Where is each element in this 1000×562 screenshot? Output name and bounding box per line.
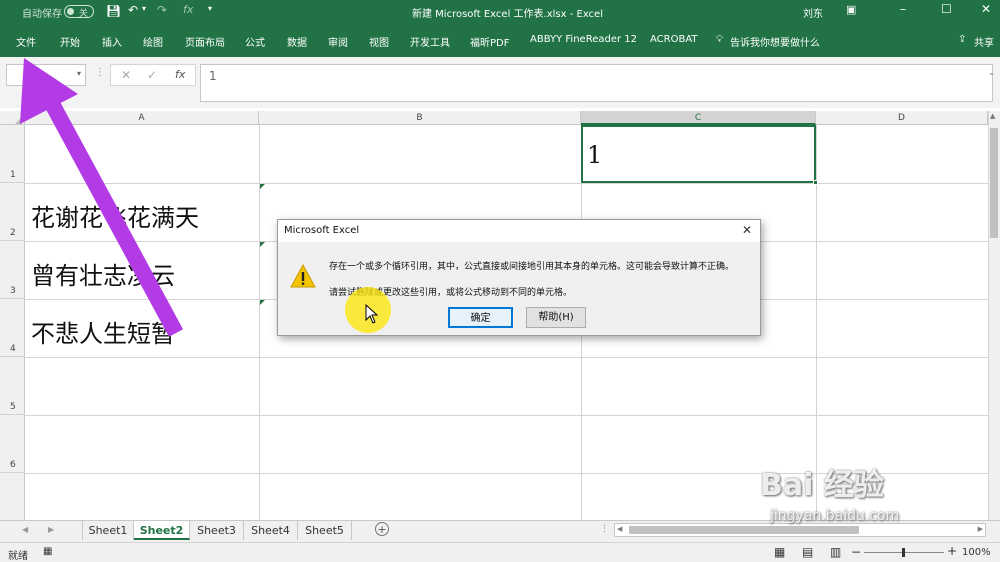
baidu-jingyan-watermark: Bai 经验 jingyan.baidu.com <box>760 460 960 540</box>
watermark-brand: Bai 经验 <box>760 468 884 503</box>
watermark-url: jingyan.baidu.com <box>770 508 900 524</box>
